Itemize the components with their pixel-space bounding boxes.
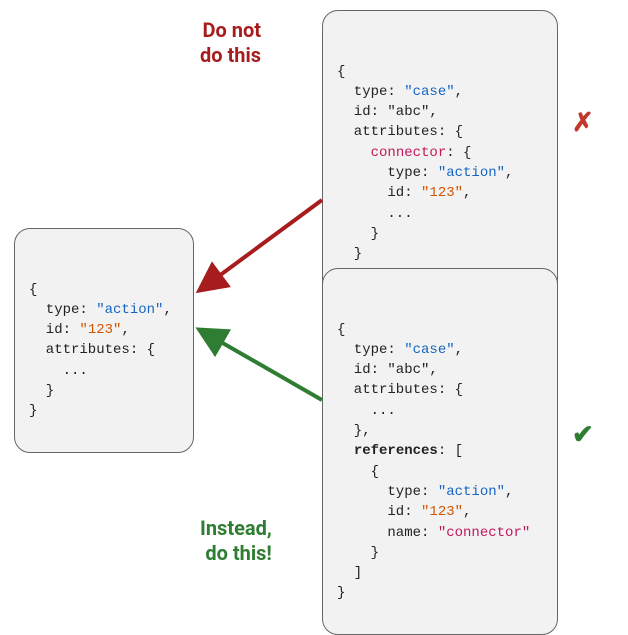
code-content: { type: "action", id: "123", attributes:… xyxy=(29,280,179,422)
good-label: Instead,do this! xyxy=(200,516,272,566)
bad-arrow xyxy=(200,200,322,290)
x-mark-icon: ✗ xyxy=(572,108,594,138)
code-content: { type: "case", id: "abc", attributes: {… xyxy=(337,320,543,604)
bad-label: Do notdo this xyxy=(200,18,261,68)
check-mark-icon: ✔ xyxy=(572,420,594,450)
good-arrow xyxy=(200,330,322,400)
good-example-code-box: { type: "case", id: "abc", attributes: {… xyxy=(322,268,558,635)
code-content: { type: "case", id: "abc", attributes: {… xyxy=(337,62,543,285)
target-code-box: { type: "action", id: "123", attributes:… xyxy=(14,228,194,453)
